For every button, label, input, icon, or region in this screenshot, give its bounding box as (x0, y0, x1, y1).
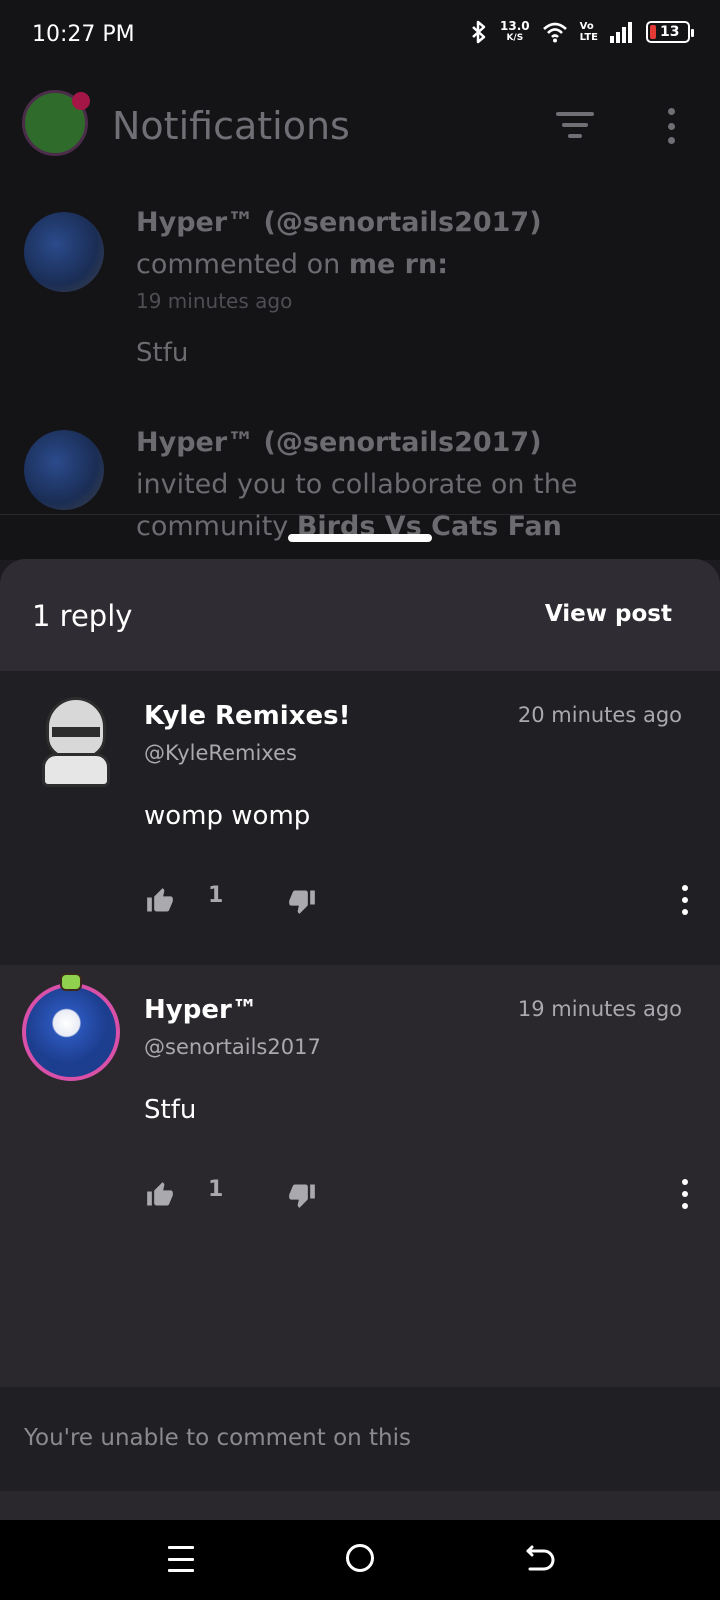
comment-more-icon[interactable] (680, 885, 690, 915)
notification-actor: Hyper™ (@senortails2017) (136, 207, 542, 238)
comment-author-name[interactable]: Kyle Remixes! (144, 701, 350, 731)
comment-more-icon[interactable] (680, 1179, 690, 1209)
system-nav-bar (0, 1520, 720, 1600)
comment-author-handle: @KyleRemixes (144, 741, 297, 765)
status-icons: 13.0 K/S Vo LTE 13 (470, 19, 694, 44)
thumbs-up-icon[interactable] (146, 1181, 174, 1209)
comment-text: Stfu (144, 1095, 197, 1125)
notification-actor: Hyper™ (@senortails2017) (136, 427, 542, 458)
notifications-page: Notifications Hyper™ (@senortails2017) c… (0, 72, 720, 560)
like-count: 1 (208, 883, 224, 908)
signal-icon (610, 22, 632, 43)
comment-disabled-footer: You're unable to comment on this (0, 1387, 720, 1491)
page-title: Notifications (112, 104, 350, 148)
reply-count: 1 reply (32, 599, 133, 633)
notification-time: 19 minutes ago (136, 289, 293, 313)
filter-icon[interactable] (556, 112, 594, 142)
comment-item: Hyper™ @senortails2017 19 minutes ago St… (0, 965, 720, 1405)
battery-level: 13 (660, 24, 680, 40)
avatar-badge-icon (60, 973, 82, 991)
comment-item: Kyle Remixes! @KyleRemixes 20 minutes ag… (0, 671, 720, 965)
thumbs-down-icon[interactable] (288, 887, 316, 915)
recents-icon[interactable] (168, 1546, 194, 1572)
view-post-button[interactable]: View post (545, 601, 672, 627)
like-count: 1 (208, 1177, 224, 1202)
home-icon[interactable] (346, 1544, 374, 1572)
network-speed: 13.0 K/S (500, 19, 530, 43)
wifi-icon (542, 22, 567, 43)
avatar[interactable] (22, 983, 120, 1081)
overflow-menu-icon[interactable] (664, 108, 678, 144)
comment-text: womp womp (144, 801, 311, 831)
avatar (24, 212, 104, 292)
replies-sheet: 1 reply View post Kyle Remixes! @KyleRem… (0, 559, 720, 1520)
sheet-header: 1 reply View post (0, 559, 720, 671)
back-icon[interactable] (526, 1542, 556, 1574)
comment-actions: 1 (144, 1177, 704, 1217)
notification-dot (72, 92, 90, 110)
comment-author-handle: @senortails2017 (144, 1035, 321, 1059)
thumbs-up-icon[interactable] (146, 887, 174, 915)
notification-body: Stfu (136, 338, 189, 368)
app-bar: Notifications (0, 72, 720, 188)
comment-time: 20 minutes ago (517, 703, 682, 727)
comment-author-name[interactable]: Hyper™ (144, 995, 258, 1025)
avatar (24, 430, 104, 510)
comment-actions: 1 (144, 883, 704, 923)
bluetooth-icon (472, 20, 486, 44)
notification-action: commented on (136, 249, 349, 280)
battery-icon: 13 (646, 21, 694, 43)
status-time: 10:27 PM (32, 22, 135, 47)
avatar[interactable] (40, 697, 112, 787)
comment-disabled-message: You're unable to comment on this (24, 1425, 411, 1451)
thumbs-down-icon[interactable] (288, 1181, 316, 1209)
volte-indicator: Vo LTE (579, 21, 598, 43)
notification-target: me rn: (348, 249, 449, 280)
sheet-drag-handle[interactable] (288, 534, 432, 542)
comment-time: 19 minutes ago (517, 997, 682, 1021)
status-bar: 10:27 PM 13.0 K/S Vo LTE 13 (0, 0, 720, 72)
